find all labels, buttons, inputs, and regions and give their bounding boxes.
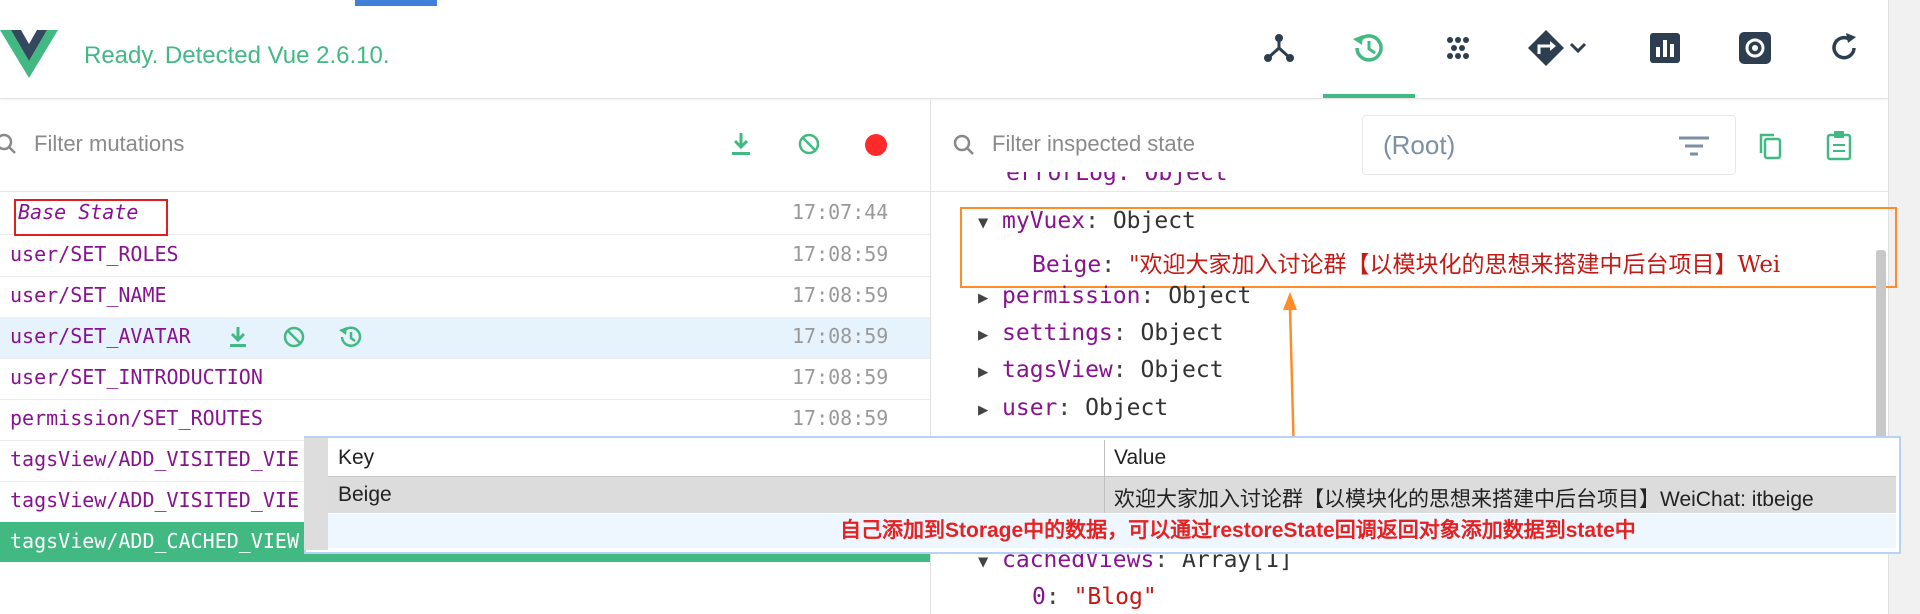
vue-logo-icon (0, 30, 58, 78)
routing-tab-button[interactable] (1526, 28, 1596, 68)
state-key: tagsView (1002, 357, 1113, 383)
mutation-name: user/SET_AVATAR (10, 324, 191, 348)
active-tab-underline (1323, 94, 1415, 98)
filter-icon (1679, 136, 1709, 156)
mutation-name: tagsView/ADD_CACHED_VIEW (10, 529, 299, 553)
performance-tab-button[interactable] (1645, 28, 1685, 68)
search-icon (0, 133, 16, 154)
mutation-time: 17:08:59 (792, 365, 889, 389)
search-icon (953, 134, 974, 155)
mutation-name: permission/SET_ROUTES (10, 406, 263, 430)
expanded-triangle-icon[interactable]: ▼ (978, 552, 1002, 572)
state-value: "Blog" (1073, 584, 1157, 610)
row-key: Beige (338, 483, 392, 506)
status-text: Ready. Detected Vue 2.6.10. (84, 42, 390, 69)
events-icon (1447, 37, 1469, 59)
commit-icon[interactable] (227, 325, 249, 349)
myvuex-highlight-box (960, 207, 1897, 288)
tooltip-data-row: Beige 欢迎大家加入讨论群【以模块化的思想来搭建中后台项目】WeiChat:… (328, 477, 1896, 513)
mutation-row[interactable]: user/SET_ROLES 17:08:59 (0, 235, 930, 277)
components-tab-button[interactable] (1259, 28, 1299, 68)
events-tab-button[interactable] (1438, 28, 1478, 68)
collapsed-triangle-icon[interactable]: ▶ (978, 325, 1002, 345)
mutation-time: 17:08:59 (792, 406, 889, 430)
tooltip-side-strip (304, 438, 328, 550)
mutation-time: 17:07:44 (792, 200, 889, 224)
filter-state-input[interactable]: Filter inspected state (992, 131, 1195, 157)
mutation-name: user/SET_INTRODUCTION (10, 365, 263, 389)
mutation-time: 17:08:59 (792, 324, 889, 348)
state-row-settings[interactable]: ▶ settings: Object (978, 320, 1224, 346)
state-key: user (1002, 395, 1058, 421)
column-separator (1104, 440, 1105, 513)
collapsed-triangle-icon[interactable]: ▶ (978, 288, 1002, 308)
mutation-time: 17:08:59 (792, 242, 889, 266)
refresh-button[interactable] (1824, 28, 1864, 68)
mutation-row[interactable]: user/SET_NAME 17:08:59 (0, 276, 930, 318)
value-column-header: Value (1114, 446, 1167, 469)
chevron-down-icon (1569, 42, 1587, 54)
mutation-time: 17:08:59 (792, 283, 889, 307)
revert-all-icon[interactable] (796, 131, 822, 157)
mutation-row[interactable]: permission/SET_ROUTES 17:08:59 (0, 399, 930, 441)
annotation-text: 自己添加到Storage中的数据，可以通过restoreState回调返回对象添… (840, 519, 1636, 542)
tooltip-header-row: Key Value (328, 440, 1896, 477)
state-row-array-item[interactable]: 0: "Blog" (1032, 584, 1157, 610)
browser-tab-indicator (355, 0, 437, 6)
root-select[interactable]: (Root) (1362, 115, 1736, 175)
gear-icon (1739, 32, 1771, 64)
settings-tab-button[interactable] (1735, 28, 1775, 68)
time-travel-icon[interactable] (337, 324, 363, 350)
key-column-header: Key (338, 446, 375, 469)
record-icon[interactable] (864, 133, 888, 157)
vuex-tab-button[interactable] (1348, 28, 1388, 68)
mutation-row-selected[interactable]: user/SET_AVATAR 17:08:59 (0, 317, 930, 359)
collapsed-triangle-icon[interactable]: ▶ (978, 400, 1002, 420)
state-key: settings (1002, 320, 1113, 346)
mutation-name: user/SET_NAME (10, 283, 167, 307)
state-key: permission (1002, 283, 1141, 309)
base-state-highlight-box (14, 199, 168, 236)
row-value: 欢迎大家加入讨论群【以模块化的思想来搭建中后台项目】WeiChat: itbei… (1114, 488, 1814, 511)
state-row-errorlog[interactable]: errorLog: Object (1006, 172, 1228, 192)
revert-icon[interactable] (282, 325, 306, 349)
history-icon (1353, 34, 1383, 62)
root-select-label: (Root) (1383, 130, 1456, 160)
routing-icon (1528, 30, 1564, 66)
state-row-tagsview[interactable]: ▶ tagsView: Object (978, 357, 1224, 383)
state-key: errorLog: Object (1006, 172, 1228, 186)
state-key: 0 (1032, 584, 1046, 610)
commit-all-icon[interactable] (729, 131, 753, 157)
filter-mutations-input[interactable]: Filter mutations (34, 131, 184, 157)
paste-icon[interactable] (1825, 129, 1853, 161)
state-scrollbar-thumb[interactable] (1876, 250, 1886, 440)
refresh-icon (1832, 33, 1856, 60)
bar-chart-icon (1650, 33, 1680, 63)
mutation-row[interactable]: user/SET_INTRODUCTION 17:08:59 (0, 358, 930, 400)
state-row-permission[interactable]: ▶ permission: Object (978, 283, 1251, 309)
collapsed-triangle-icon[interactable]: ▶ (978, 362, 1002, 382)
components-icon (1264, 34, 1294, 62)
mutation-name: tagsView/ADD_VISITED_VIE (10, 447, 299, 471)
mutation-name: user/SET_ROLES (10, 242, 179, 266)
copy-icon[interactable] (1757, 131, 1783, 161)
state-row-user[interactable]: ▶ user: Object (978, 395, 1168, 421)
mutation-name: tagsView/ADD_VISITED_VIE (10, 488, 299, 512)
